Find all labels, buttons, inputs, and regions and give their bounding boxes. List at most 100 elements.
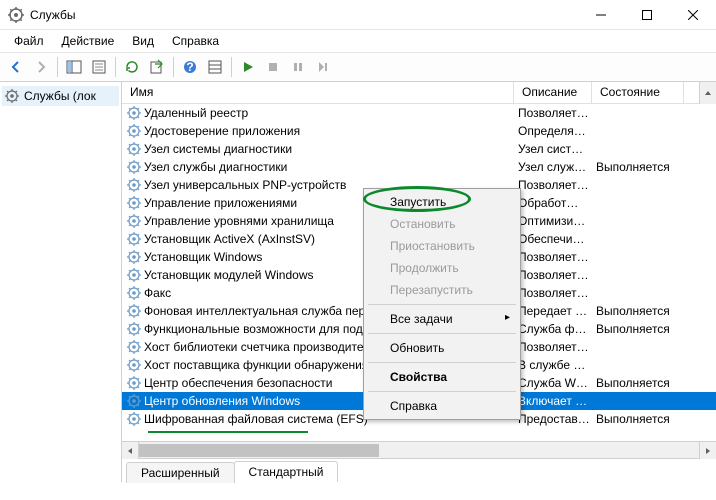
tab-standard[interactable]: Стандартный <box>234 461 339 482</box>
menubar: Файл Действие Вид Справка <box>0 30 716 52</box>
column-description[interactable]: Описание <box>514 82 592 103</box>
service-name: Установщик модулей Windows <box>144 268 313 282</box>
service-row[interactable]: Узел системы диагностикиУзел сист… <box>122 140 716 158</box>
gear-icon <box>126 249 142 265</box>
ctx-separator <box>368 333 516 334</box>
service-name: Центр обновления Windows <box>144 394 300 408</box>
gear-icon <box>126 195 142 211</box>
restart-service-button[interactable] <box>311 55 335 79</box>
refresh-button[interactable] <box>120 55 144 79</box>
list-header: Имя Описание Состояние <box>122 82 716 104</box>
ctx-pause: Приостановить <box>366 235 518 257</box>
gear-icon <box>126 411 142 427</box>
service-desc: Обеспечи… <box>514 232 592 246</box>
gear-icon <box>126 339 142 355</box>
service-name: Узел универсальных PNP-устройств <box>144 178 346 192</box>
service-desc: Обработ… <box>514 196 592 210</box>
gear-icon <box>126 393 142 409</box>
tree-root-label: Службы (лок <box>24 89 96 103</box>
service-row[interactable]: Удостоверение приложения Определя… <box>122 122 716 140</box>
maximize-button[interactable] <box>624 0 670 30</box>
show-hide-tree-button[interactable] <box>62 55 86 79</box>
service-name: Управление приложениями <box>144 196 297 210</box>
scroll-right-button[interactable] <box>699 442 716 459</box>
minimize-button[interactable] <box>578 0 624 30</box>
service-name: Фоновая интеллектуальная служба пере <box>144 304 372 318</box>
ctx-resume: Продолжить <box>366 257 518 279</box>
service-name: Установщик Windows <box>144 250 262 264</box>
column-state[interactable]: Состояние <box>592 82 684 103</box>
service-row[interactable]: Узел службы диагностикиУзел служ…Выполня… <box>122 158 716 176</box>
main-area: Службы (лок Имя Описание Состояние Удале… <box>0 82 716 482</box>
gear-icon <box>126 159 142 175</box>
pause-service-button[interactable] <box>286 55 310 79</box>
tree-root-services[interactable]: Службы (лок <box>2 86 119 106</box>
service-desc: Узел сист… <box>514 142 592 156</box>
service-row[interactable]: Удаленный реестрПозволяет… <box>122 104 716 122</box>
ctx-refresh[interactable]: Обновить <box>366 337 518 359</box>
service-name: Удаленный реестр <box>144 106 248 120</box>
service-desc: Определя… <box>514 124 592 138</box>
stop-service-button[interactable] <box>261 55 285 79</box>
service-state: Выполняется <box>592 304 684 318</box>
tab-extended[interactable]: Расширенный <box>126 462 235 483</box>
service-desc: Передает … <box>514 304 592 318</box>
menu-view[interactable]: Вид <box>124 32 162 50</box>
service-name: Хост поставщика функции обнаружения <box>144 358 368 372</box>
scroll-left-button[interactable] <box>122 442 139 459</box>
close-button[interactable] <box>670 0 716 30</box>
service-desc: Оптимизи… <box>514 214 592 228</box>
list-button[interactable] <box>203 55 227 79</box>
toolbar-separator <box>115 57 116 77</box>
titlebar: Службы <box>0 0 716 30</box>
ctx-properties[interactable]: Свойства <box>366 366 518 388</box>
gear-icon <box>126 285 142 301</box>
service-state: Выполняется <box>592 322 684 336</box>
ctx-all-tasks[interactable]: Все задачи <box>366 308 518 330</box>
service-desc: Позволяет… <box>514 340 592 354</box>
window-title: Службы <box>30 8 578 22</box>
gear-icon <box>126 267 142 283</box>
start-service-button[interactable] <box>236 55 260 79</box>
export-button[interactable] <box>145 55 169 79</box>
service-desc: Узел служ… <box>514 160 592 174</box>
gear-icon <box>126 177 142 193</box>
scroll-up-button[interactable] <box>699 82 716 104</box>
toolbar-separator <box>231 57 232 77</box>
service-desc: Служба W… <box>514 376 592 390</box>
help-button[interactable]: ? <box>178 55 202 79</box>
menu-action[interactable]: Действие <box>54 32 123 50</box>
ctx-restart: Перезапустить <box>366 279 518 301</box>
forward-button[interactable] <box>29 55 53 79</box>
tab-bar: Расширенный Стандартный <box>122 458 716 482</box>
menu-help[interactable]: Справка <box>164 32 227 50</box>
gear-icon <box>4 88 20 104</box>
gear-icon <box>126 303 142 319</box>
gear-icon <box>126 213 142 229</box>
service-desc: Предостав… <box>514 412 592 426</box>
ctx-help[interactable]: Справка <box>366 395 518 417</box>
service-name: Установщик ActiveX (AxInstSV) <box>144 232 315 246</box>
service-name: Шифрованная файловая система (EFS) <box>144 412 368 426</box>
service-desc: В службе … <box>514 358 592 372</box>
toolbar-separator <box>57 57 58 77</box>
toolbar-separator <box>173 57 174 77</box>
service-name: Удостоверение приложения <box>144 124 300 138</box>
svg-text:?: ? <box>186 60 193 74</box>
service-state: Выполняется <box>592 376 684 390</box>
service-name: Функциональные возможности для подк <box>144 322 368 336</box>
scroll-thumb[interactable] <box>139 444 379 457</box>
ctx-start[interactable]: Запустить <box>366 191 518 213</box>
gear-icon <box>126 141 142 157</box>
properties-button[interactable] <box>87 55 111 79</box>
tree-pane: Службы (лок <box>0 82 122 482</box>
back-button[interactable] <box>4 55 28 79</box>
gear-icon <box>126 375 142 391</box>
services-icon <box>8 7 24 23</box>
horizontal-scrollbar[interactable] <box>122 441 716 458</box>
service-state: Выполняется <box>592 412 684 426</box>
service-desc: Позволяет… <box>514 268 592 282</box>
service-desc: Позволяет… <box>514 286 592 300</box>
column-name[interactable]: Имя <box>122 82 514 103</box>
menu-file[interactable]: Файл <box>6 32 52 50</box>
